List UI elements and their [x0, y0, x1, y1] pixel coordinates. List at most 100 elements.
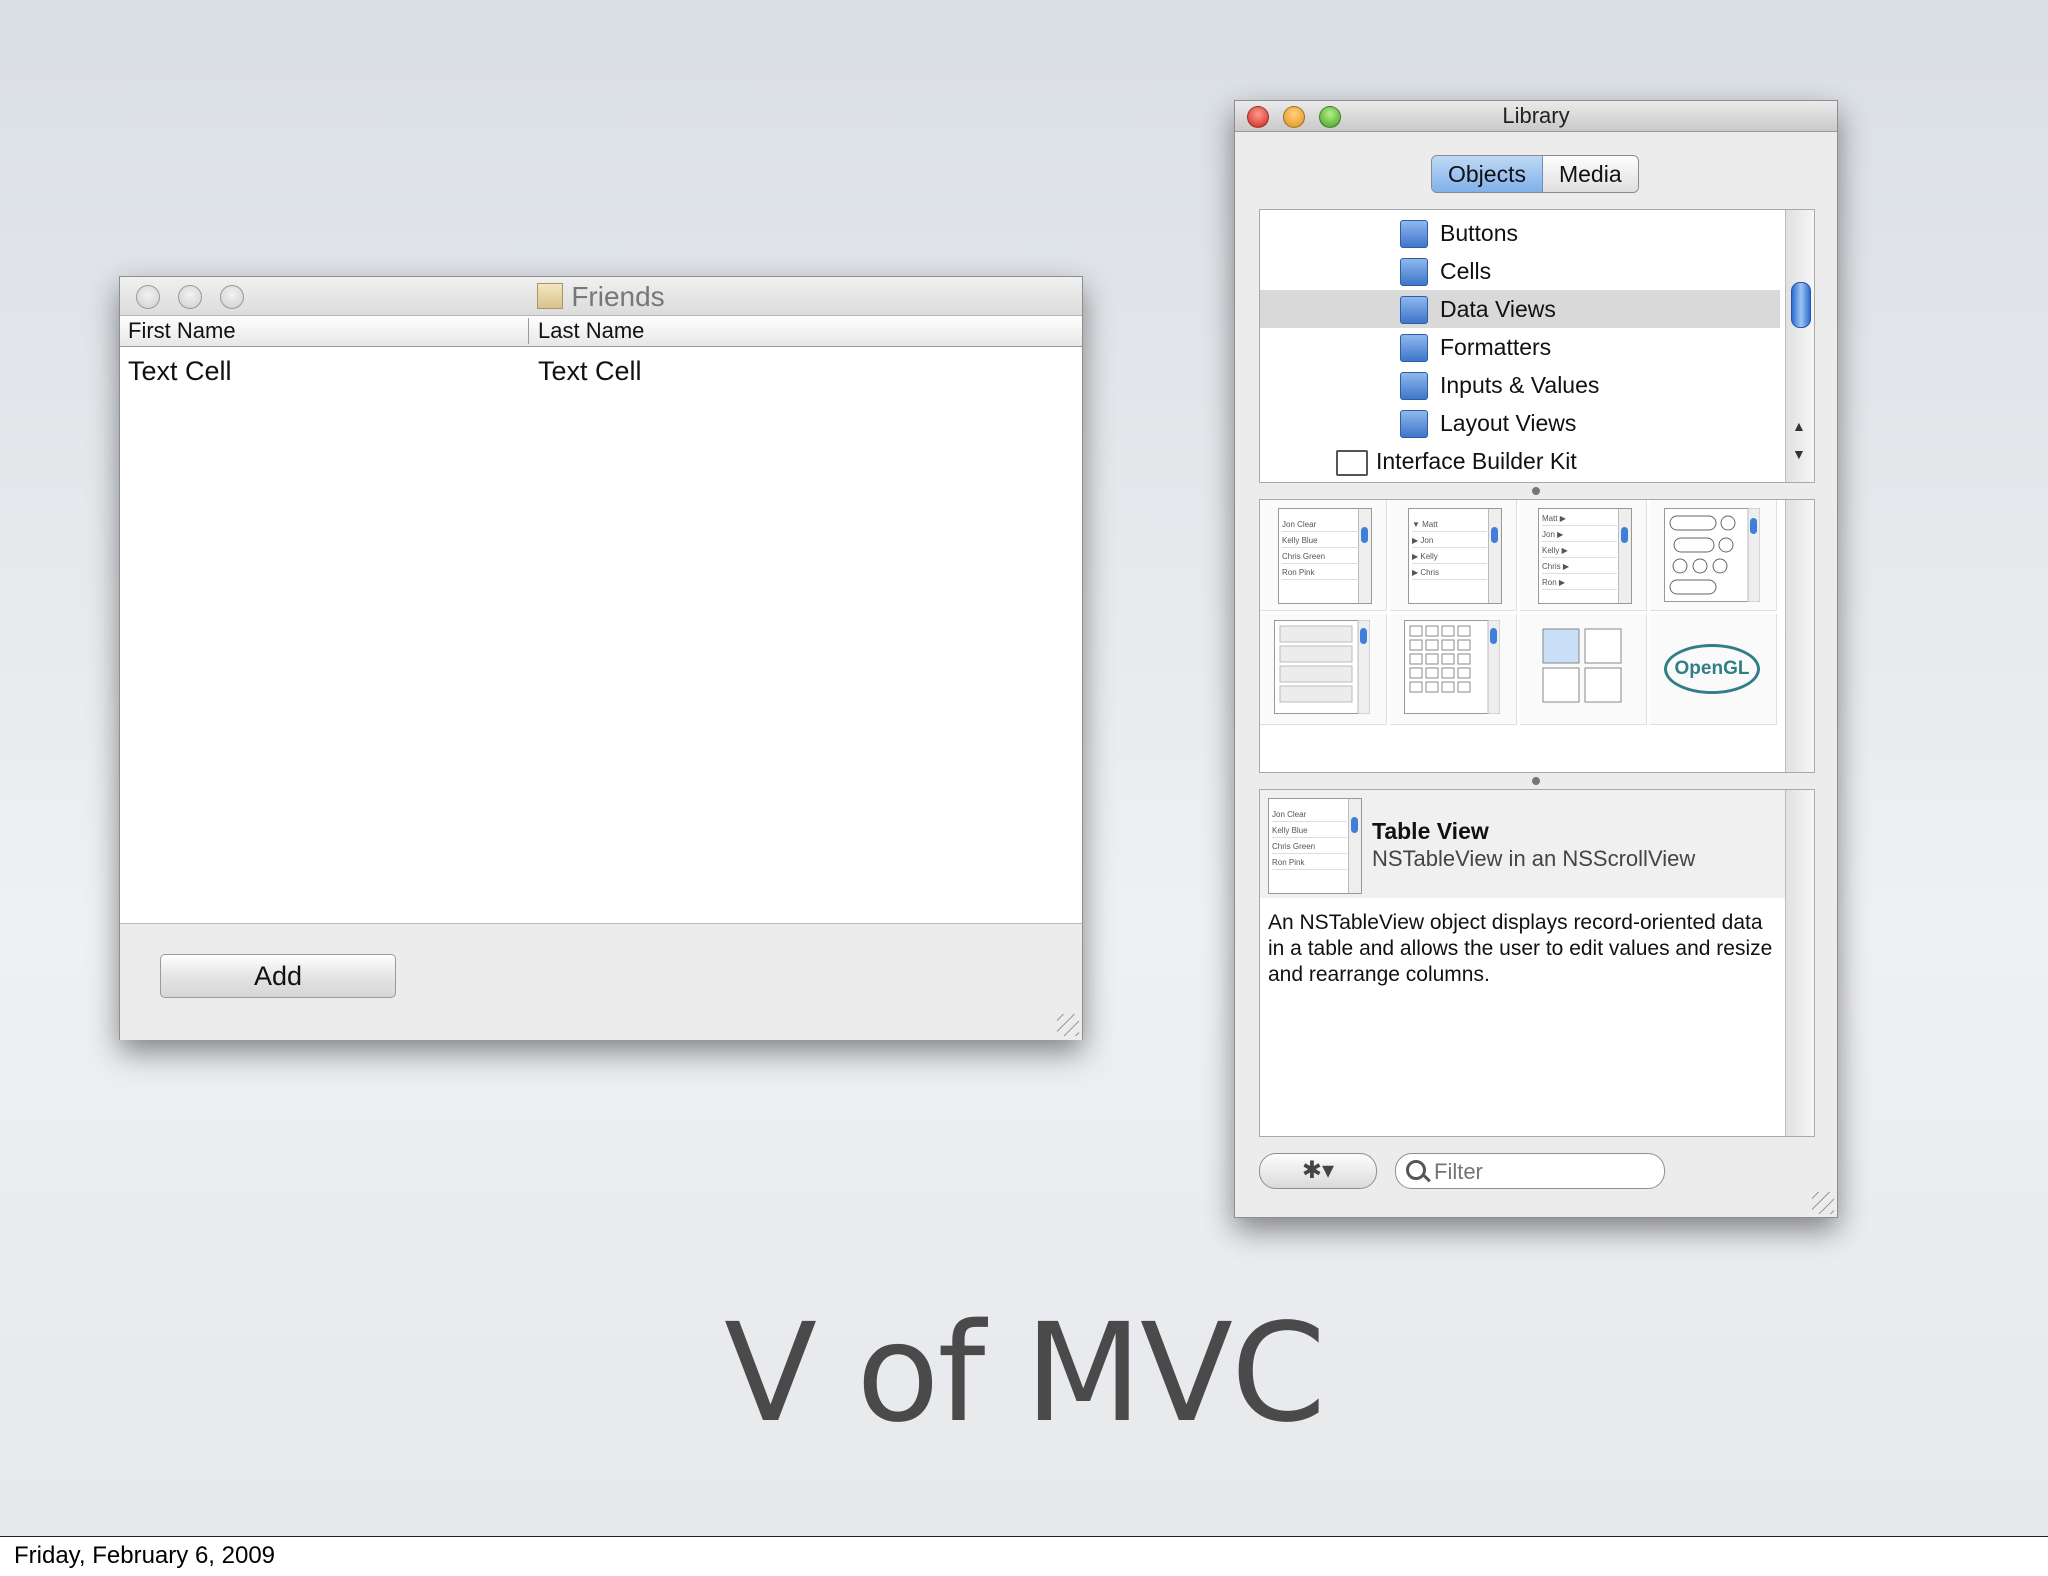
- collection-view-tile[interactable]: [1650, 500, 1777, 611]
- footer-date: Friday, February 6, 2009: [14, 1542, 276, 1569]
- library-window: Library Objects Media Buttons Cells Data…: [1234, 100, 1838, 1218]
- document-icon: [537, 283, 564, 309]
- search-icon: [1406, 1160, 1426, 1180]
- mini-scrollbar: [1618, 509, 1631, 603]
- scroll-view-tile[interactable]: [1260, 614, 1387, 725]
- tree-scrollbar[interactable]: ▲ ▼: [1785, 210, 1814, 482]
- detail-scrollbar[interactable]: [1785, 790, 1814, 1136]
- table-cell-last-name[interactable]: Text Cell: [538, 356, 642, 387]
- split-view-thumbnail-icon: [1542, 628, 1622, 703]
- mini-row: Ron Pink: [1272, 857, 1347, 870]
- column-header-last-name[interactable]: Last Name: [530, 316, 644, 346]
- column-header-first-name[interactable]: First Name: [120, 316, 236, 346]
- tree-item-label: Formatters: [1440, 334, 1552, 360]
- blue-folder-icon: [1400, 334, 1428, 362]
- matrix-tile[interactable]: [1390, 614, 1517, 725]
- slide-title: V of MVC: [724, 1295, 1326, 1453]
- mini-row: Kelly Blue: [1272, 825, 1347, 838]
- opengl-view-tile[interactable]: OpenGL: [1650, 614, 1777, 725]
- split-handle[interactable]: [1532, 487, 1540, 495]
- table-view-thumbnail-icon: Jon Clear Kelly Blue Chris Green Ron Pin…: [1278, 508, 1372, 604]
- mini-row: Chris Green: [1282, 551, 1357, 564]
- blue-folder-icon: [1400, 372, 1428, 400]
- friends-window: Friends First Name Last Name Text Cell T…: [119, 276, 1083, 1040]
- resize-grip[interactable]: [1057, 1014, 1079, 1036]
- resize-grip[interactable]: [1812, 1192, 1834, 1214]
- mini-row: Ron Pink: [1282, 567, 1357, 580]
- add-button[interactable]: Add: [160, 954, 396, 998]
- library-category-tree[interactable]: Buttons Cells Data Views Formatters Inpu…: [1259, 209, 1815, 483]
- segment-media[interactable]: Media: [1542, 156, 1638, 192]
- tree-item-cells[interactable]: Cells: [1260, 252, 1780, 290]
- tree-item-label: Cells: [1440, 258, 1492, 284]
- mini-scrollbar: [1488, 509, 1501, 603]
- table-cell-first-name[interactable]: Text Cell: [128, 356, 232, 387]
- tree-item-label: Interface Builder Kit: [1376, 448, 1577, 474]
- blue-folder-icon: [1400, 296, 1428, 324]
- grid-scrollbar[interactable]: [1785, 500, 1814, 772]
- gear-icon: ✱▾: [1301, 1157, 1335, 1184]
- detail-title: Table View: [1372, 818, 1489, 844]
- filter-field[interactable]: [1395, 1153, 1665, 1189]
- objects-media-segmented-control[interactable]: Objects Media: [1431, 155, 1639, 193]
- tree-item-formatters[interactable]: Formatters: [1260, 328, 1780, 366]
- mini-row: Jon Clear: [1282, 519, 1357, 532]
- outline-view-thumbnail-icon: ▼ Matt ▶ Jon ▶ Kelly ▶ Chris: [1408, 508, 1502, 604]
- library-titlebar[interactable]: Library: [1235, 101, 1837, 132]
- library-detail-pane: Jon Clear Kelly Blue Chris Green Ron Pin…: [1259, 789, 1815, 1137]
- mini-row: Kelly Blue: [1282, 535, 1357, 548]
- tree-item-label: Buttons: [1440, 220, 1518, 246]
- filter-input[interactable]: [1432, 1158, 1656, 1186]
- tree-item-label: Inputs & Values: [1440, 372, 1600, 398]
- mini-row: Jon ▶: [1542, 529, 1617, 542]
- collection-view-thumbnail-icon: [1664, 508, 1760, 602]
- gear-action-button[interactable]: ✱▾: [1259, 1153, 1377, 1189]
- friends-bottom-bar: Add: [120, 923, 1082, 1040]
- mini-scrollbar: [1358, 509, 1371, 603]
- matrix-thumbnail-icon: [1404, 620, 1500, 714]
- split-view-tile[interactable]: [1520, 614, 1647, 725]
- outline-view-tile[interactable]: ▼ Matt ▶ Jon ▶ Kelly ▶ Chris: [1390, 500, 1517, 611]
- table-view-tile[interactable]: Jon Clear Kelly Blue Chris Green Ron Pin…: [1260, 500, 1387, 611]
- tree-item-interface-builder-kit[interactable]: Interface Builder Kit: [1260, 442, 1780, 480]
- segment-objects[interactable]: Objects: [1432, 156, 1543, 192]
- slide-background: Friends First Name Last Name Text Cell T…: [0, 0, 2048, 1537]
- detail-header: Jon Clear Kelly Blue Chris Green Ron Pin…: [1260, 790, 1786, 898]
- window-title: Friends: [120, 281, 1082, 313]
- friends-table[interactable]: First Name Last Name Text Cell Text Cell: [120, 316, 1082, 923]
- scroll-up-arrow-icon[interactable]: ▲: [1792, 418, 1806, 434]
- mini-row: Ron ▶: [1542, 577, 1617, 590]
- split-handle[interactable]: [1532, 777, 1540, 785]
- library-title: Library: [1502, 103, 1570, 128]
- mini-row: Kelly ▶: [1542, 545, 1617, 558]
- opengl-logo-icon: OpenGL: [1664, 644, 1760, 694]
- table-view-detail-icon: Jon Clear Kelly Blue Chris Green Ron Pin…: [1268, 798, 1362, 894]
- mini-row: Matt ▶: [1542, 513, 1617, 526]
- blue-folder-icon: [1400, 410, 1428, 438]
- detail-subtitle: NSTableView in an NSScrollView: [1372, 846, 1696, 871]
- scroll-view-thumbnail-icon: [1274, 620, 1370, 714]
- browser-thumbnail-icon: Matt ▶ Jon ▶ Kelly ▶ Chris ▶ Ron ▶: [1538, 508, 1632, 604]
- plain-folder-icon: [1336, 450, 1368, 476]
- scroll-down-arrow-icon[interactable]: ▼: [1792, 446, 1806, 462]
- tree-scroll-thumb[interactable]: [1791, 282, 1811, 328]
- browser-tile[interactable]: Matt ▶ Jon ▶ Kelly ▶ Chris ▶ Ron ▶: [1520, 500, 1647, 611]
- tree-item-data-views[interactable]: Data Views: [1260, 290, 1780, 328]
- tree-item-buttons[interactable]: Buttons: [1260, 214, 1780, 252]
- table-header: First Name Last Name: [120, 316, 1082, 347]
- blue-folder-icon: [1400, 258, 1428, 286]
- blue-folder-icon: [1400, 220, 1428, 248]
- tree-item-label: Data Views: [1440, 296, 1556, 322]
- tree-item-label: Layout Views: [1440, 410, 1577, 436]
- tree-item-inputs-values[interactable]: Inputs & Values: [1260, 366, 1780, 404]
- library-object-grid[interactable]: Jon Clear Kelly Blue Chris Green Ron Pin…: [1259, 499, 1815, 773]
- friends-title-label: Friends: [571, 281, 665, 312]
- tree-item-layout-views[interactable]: Layout Views: [1260, 404, 1780, 442]
- mini-row: ▶ Jon: [1412, 535, 1487, 548]
- detail-description: An NSTableView object displays record-or…: [1268, 911, 1773, 986]
- mini-row: ▼ Matt: [1412, 519, 1487, 532]
- friends-titlebar[interactable]: Friends: [120, 277, 1082, 316]
- column-separator[interactable]: [528, 318, 529, 344]
- mini-row: Chris ▶: [1542, 561, 1617, 574]
- mini-row: Jon Clear: [1272, 809, 1347, 822]
